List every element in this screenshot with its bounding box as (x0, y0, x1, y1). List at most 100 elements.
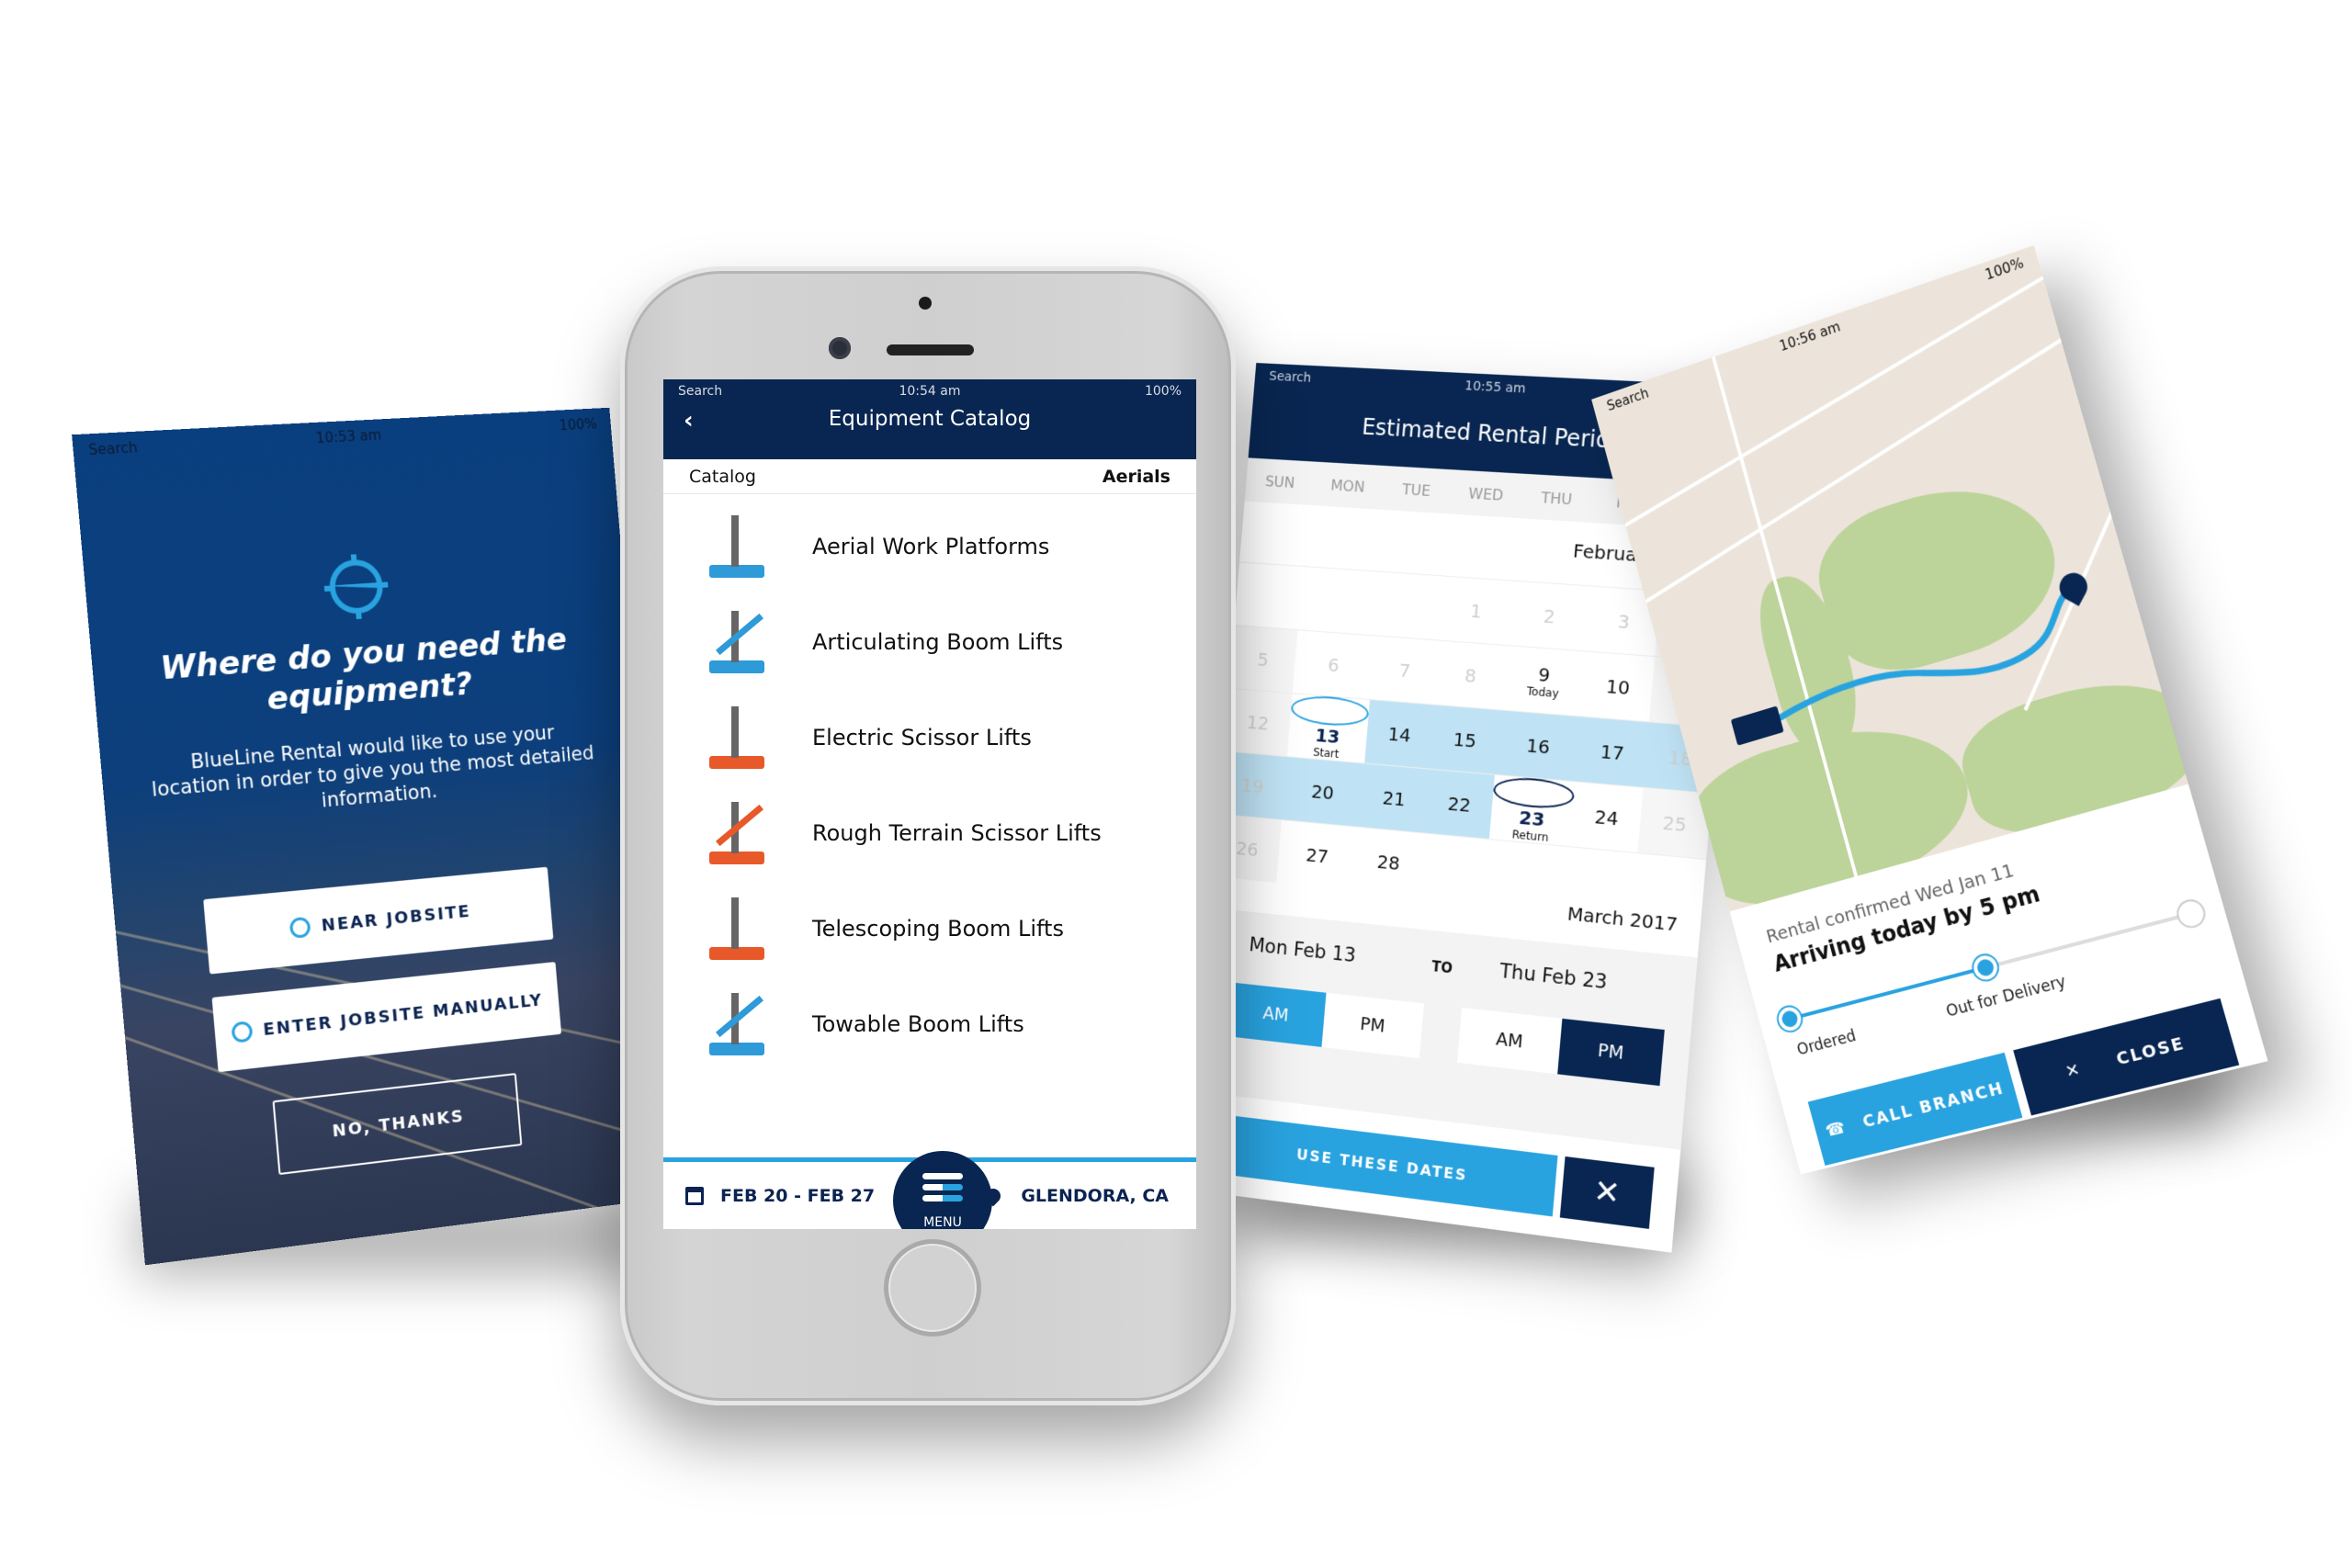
calendar-day[interactable]: 14 (1363, 698, 1435, 769)
jobsite-location[interactable]: GLENDORA, CA (982, 1185, 1169, 1207)
catalog-item[interactable]: Articulating Boom Lifts (663, 594, 1196, 690)
close-icon[interactable]: ✕ (1559, 1156, 1655, 1229)
calendar-day-number: 26 (1235, 836, 1260, 861)
weekday-label: WED (1467, 483, 1505, 504)
catalog-item[interactable]: Towable Boom Lifts (663, 976, 1196, 1072)
calendar-day-number: 20 (1310, 779, 1335, 804)
earpiece-speaker (887, 344, 974, 355)
from-pm-option[interactable]: PM (1321, 992, 1424, 1059)
calendar-day-number: 10 (1605, 674, 1632, 699)
calendar-day[interactable]: 20 (1281, 756, 1364, 827)
catalog-item[interactable]: Electric Scissor Lifts (663, 690, 1196, 785)
range-to: Thu Feb 23 (1498, 959, 1609, 994)
home-button[interactable] (884, 1239, 981, 1337)
catalog-header: Search 10:54 am 100% ‹ Equipment Catalog (663, 379, 1196, 459)
weekday-label: THU (1540, 488, 1573, 508)
calendar-day[interactable]: 27 (1276, 819, 1360, 891)
catalog-item-label: Towable Boom Lifts (812, 1011, 1024, 1037)
rental-dates-label: FEB 20 - FEB 27 (720, 1186, 876, 1206)
proximity-sensor (919, 297, 932, 310)
from-am-option[interactable]: AM (1226, 982, 1327, 1047)
calendar-day-number: 5 (1256, 648, 1270, 671)
calendar-day-number: 23 (1518, 806, 1546, 831)
no-thanks-label: NO, THANKS (331, 1106, 466, 1142)
catalog-item-label: Articulating Boom Lifts (812, 629, 1064, 655)
location-description: BlueLine Rental would like to use your l… (151, 721, 595, 812)
blueline-logo-icon (922, 1173, 963, 1204)
calendar-day[interactable]: 24 (1570, 781, 1644, 853)
to-am-option[interactable]: AM (1456, 1007, 1563, 1075)
catalog-item[interactable]: Telescoping Boom Lifts (663, 881, 1196, 976)
crosshair-off-icon (231, 1021, 254, 1043)
calendar-day[interactable]: 17 (1576, 716, 1650, 787)
to-period-toggle: AM PM (1456, 1007, 1665, 1087)
calendar-day-number: 8 (1464, 663, 1477, 687)
calendar-day[interactable]: 8 (1434, 639, 1507, 710)
calendar-icon (685, 1187, 704, 1205)
calendar-day[interactable]: 23 Return (1489, 773, 1577, 847)
calendar-empty-cell (1297, 566, 1381, 636)
range-separator: TO (1430, 958, 1453, 977)
equipment-thumbnail (700, 510, 774, 583)
calendar-day[interactable]: 6 (1292, 629, 1375, 699)
crosshair-icon (289, 916, 311, 940)
catalog-item[interactable]: Aerial Work Platforms (663, 499, 1196, 594)
enter-jobsite-manually-button[interactable]: ENTER JOBSITE MANUALLY (211, 962, 562, 1073)
calendar-day[interactable]: 9 Today (1500, 645, 1588, 716)
step-dot-ordered (1775, 1004, 1804, 1033)
weekday-label: MON (1329, 476, 1366, 496)
call-branch-button[interactable]: ☎ CALL BRANCH (1807, 1052, 2023, 1166)
calendar-day[interactable]: 21 (1359, 762, 1430, 833)
menu-button[interactable]: MENU (893, 1151, 992, 1229)
calendar-day-sublabel: Start (1312, 745, 1340, 761)
breadcrumb-catalog[interactable]: Catalog (689, 467, 756, 487)
calendar-day[interactable]: 10 (1581, 650, 1656, 722)
calendar-day-number: 14 (1386, 722, 1412, 747)
catalog-list: Aerial Work Platforms Articulating Boom L… (663, 499, 1196, 1072)
step-dot-delivered (2176, 898, 2207, 930)
location-label: GLENDORA, CA (1021, 1186, 1169, 1206)
calendar-day[interactable]: 2 (1506, 580, 1593, 651)
weekday-label: TUE (1401, 479, 1431, 500)
calendar-day[interactable]: 28 (1353, 826, 1424, 897)
calendar-day-number: 7 (1397, 659, 1412, 682)
calendar-empty-cell (1234, 561, 1304, 630)
to-pm-option[interactable]: PM (1557, 1018, 1665, 1087)
calendar-day[interactable]: 7 (1369, 635, 1441, 705)
location-pin-icon (982, 1185, 1004, 1207)
calendar-empty-cell (1374, 570, 1446, 640)
calendar-day-number: 25 (1661, 810, 1689, 836)
calendar-day-number: 1 (1469, 599, 1483, 623)
calendar-day[interactable]: 5 (1228, 625, 1298, 694)
time-picker: Mon Feb 13 TO Thu Feb 23 AM PM AM PM (1194, 908, 1698, 1150)
status-time: 10:54 am (899, 384, 961, 399)
step-label-out-for-delivery: Out for Delivery (1944, 972, 2068, 1021)
calendar-day-number: 17 (1600, 739, 1625, 764)
tracking-actions: ☎ CALL BRANCH ✕ CLOSE (1807, 998, 2240, 1166)
start-date-ring (1289, 694, 1370, 728)
calendar-day[interactable]: 15 (1429, 704, 1501, 774)
calendar-day[interactable]: 16 (1495, 709, 1582, 782)
rental-dates[interactable]: FEB 20 - FEB 27 (685, 1186, 875, 1206)
catalog-item[interactable]: Rough Terrain Scissor Lifts (663, 785, 1196, 881)
phone-device: Search 10:54 am 100% ‹ Equipment Catalog… (620, 266, 1236, 1405)
breadcrumb-aerials: Aerials (1102, 466, 1170, 487)
calendar-day[interactable]: 13 Start (1286, 693, 1370, 763)
calendar-day-number: 6 (1327, 653, 1340, 676)
calendar-day-number: 21 (1381, 785, 1407, 810)
location-heading: Where do you need the equipment? (158, 621, 569, 718)
calendar-day[interactable]: 1 (1440, 575, 1512, 646)
calendar-day-number: 19 (1240, 773, 1265, 797)
breadcrumb: Catalog Aerials (663, 459, 1196, 494)
near-jobsite-button[interactable]: NEAR JOBSITE (203, 866, 554, 975)
equipment-thumbnail (700, 892, 774, 965)
calendar-day-number: 24 (1593, 805, 1620, 830)
return-date-ring (1492, 774, 1577, 811)
range-from: Mon Feb 13 (1248, 933, 1357, 967)
no-thanks-button[interactable]: NO, THANKS (272, 1073, 523, 1176)
calendar-day[interactable]: 22 (1423, 768, 1496, 840)
status-time: 10:53 am (315, 426, 382, 447)
location-permission-screen: Search 10:53 am 100% Where do you need t… (72, 407, 676, 1266)
enter-jobsite-label: ENTER JOBSITE MANUALLY (262, 989, 544, 1040)
step-dot-out-for-delivery (1971, 953, 2000, 983)
